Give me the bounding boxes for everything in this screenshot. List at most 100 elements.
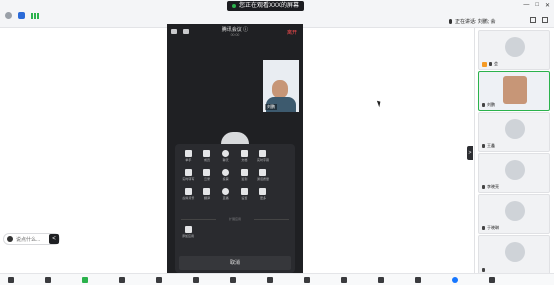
view-icon[interactable] [341, 277, 347, 283]
phone-header: 腾讯会议 ⓘ 00:00 离开 [167, 24, 303, 41]
action-14[interactable]: 直播 [216, 188, 235, 200]
share-banner-text: 您正在观看XXX的屏幕 [239, 3, 300, 9]
hand-icon [184, 150, 192, 157]
action-6[interactable]: 实时转写 [179, 169, 198, 181]
shield-icon[interactable] [18, 12, 25, 19]
minutes-icon [184, 169, 192, 176]
action-1[interactable]: 成员 [198, 150, 217, 162]
participant-tile[interactable]: 会 [478, 30, 550, 70]
action-2[interactable]: 聊天 [216, 150, 235, 162]
empty-slot [272, 188, 291, 200]
camera-switch-icon[interactable] [183, 29, 189, 34]
fullscreen-icon[interactable] [415, 277, 421, 283]
mic-icon [482, 185, 485, 189]
grid-view-icon[interactable] [530, 17, 536, 23]
live-icon [222, 188, 230, 195]
action-label: 投票 [222, 177, 229, 181]
self-video-view[interactable]: 刘鹏 [263, 60, 299, 112]
avatar [505, 160, 525, 180]
mic-icon[interactable] [8, 277, 14, 283]
action-4[interactable]: 实时字幕 [254, 150, 273, 162]
action-label: 虚拟背景 [182, 196, 195, 200]
action-12[interactable]: 虚拟背景 [179, 188, 198, 200]
empty-slot [272, 169, 291, 181]
apps-icon[interactable] [230, 277, 236, 283]
action-15[interactable]: 设置 [235, 188, 254, 200]
participant-name-row: 于晓琳 [482, 225, 499, 231]
sidebar-toggle-button[interactable]: > [467, 146, 473, 160]
action-label: 云录 [203, 177, 210, 181]
chat-icon[interactable] [156, 277, 162, 283]
mic-icon [482, 226, 485, 230]
action-label: 签到 [241, 177, 248, 181]
chat-input-bar[interactable]: 说点什么... < [3, 233, 60, 245]
video-icon[interactable] [45, 277, 51, 283]
action-16[interactable]: 更多 [254, 188, 273, 200]
speaker-icon[interactable] [171, 29, 177, 34]
maximize-button[interactable]: □ [535, 2, 539, 9]
layout-icon[interactable] [378, 277, 384, 283]
view-controls [530, 17, 548, 23]
participant-tile[interactable]: 于晓琳 [478, 194, 550, 234]
participant-tile[interactable] [478, 235, 550, 275]
screen-share-banner[interactable]: 您正在观看XXX的屏幕 [227, 1, 305, 11]
minimize-button[interactable]: — [523, 2, 529, 9]
action-9[interactable]: 签到 [235, 169, 254, 181]
phone-meeting-timer: 00:00 [230, 33, 240, 37]
phone-header-icons [171, 29, 189, 34]
mic-icon [449, 19, 452, 24]
action-7[interactable]: 云录 [198, 169, 217, 181]
leave-button[interactable]: 离开 [287, 29, 297, 36]
report-icon [259, 169, 267, 176]
action-label: 举手 [185, 158, 192, 162]
avatar [505, 242, 525, 262]
leave-icon[interactable] [489, 277, 495, 283]
participant-name-row: 会 [482, 61, 498, 67]
participant-name: 于晓琳 [487, 225, 499, 230]
member-icon[interactable] [119, 277, 125, 283]
layout-icon[interactable] [542, 17, 548, 23]
mic-icon [482, 103, 485, 107]
more-actions-grid: 举手 成员 聊天 文档 实时字幕实时转写 云录 投票 签到 通话质量虚拟背景 翻译 直播 设置 更多 [179, 150, 291, 200]
record-icon[interactable] [193, 277, 199, 283]
more-actions-sheet: 举手 成员 聊天 文档 实时字幕 实时转写 云录 投票 签到 通话质量 虚拟背景 翻译 直播 设置 更多 扩… [175, 144, 295, 273]
action-0[interactable]: 举手 [179, 150, 198, 162]
settings-icon[interactable] [304, 277, 310, 283]
speaking-indicator: 正在讲话: 刘鹏; 会 [449, 18, 496, 25]
action-label: 聊天 [222, 158, 229, 162]
action-10[interactable]: 通话质量 [254, 169, 273, 181]
participant-name-row [482, 268, 487, 272]
action-label: 成员 [203, 158, 210, 162]
participant-video [503, 76, 527, 104]
help-icon[interactable] [452, 277, 458, 283]
action-label: 实时转写 [182, 177, 195, 181]
chevron-left-icon[interactable]: < [49, 234, 59, 244]
action-label: 直播 [222, 196, 229, 200]
participant-name-row: 王鑫 [482, 143, 495, 149]
participant-name-row: 刘鹏 [482, 102, 495, 108]
info-icon[interactable] [5, 12, 12, 19]
participant-tile[interactable]: 王鑫 [478, 112, 550, 152]
action-8[interactable]: 投票 [216, 169, 235, 181]
phone-meeting-title[interactable]: 腾讯会议 ⓘ [207, 26, 263, 33]
participant-name: 李晓亮 [487, 184, 499, 189]
chat-input[interactable]: 说点什么... [16, 236, 46, 243]
action-label: 实时字幕 [256, 158, 269, 162]
cancel-button[interactable]: 取消 [179, 256, 291, 270]
action-3[interactable]: 文档 [235, 150, 254, 162]
avatar [221, 132, 249, 144]
signal-icon[interactable] [31, 12, 39, 19]
participant-tile[interactable]: 刘鹏 [478, 71, 550, 111]
participant-tile[interactable]: 李晓亮 [478, 153, 550, 193]
emoji-icon[interactable] [7, 236, 13, 242]
participant-name: 刘鹏 [487, 102, 495, 107]
share-icon[interactable] [82, 277, 88, 283]
avatar [505, 201, 525, 221]
signin-icon [240, 169, 248, 176]
avatar [505, 119, 525, 139]
add-app-button[interactable]: 添加应用 [179, 226, 197, 238]
apps-icon [184, 226, 192, 233]
reaction-icon[interactable] [267, 277, 273, 283]
close-button[interactable]: ✕ [545, 2, 550, 9]
action-13[interactable]: 翻译 [198, 188, 217, 200]
